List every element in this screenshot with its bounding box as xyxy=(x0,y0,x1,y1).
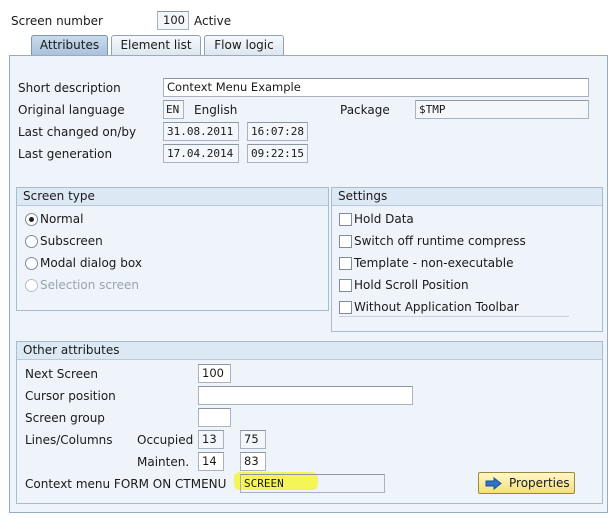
checkbox-without-application-toolbar[interactable] xyxy=(339,301,352,314)
mainten-label: Mainten. xyxy=(137,455,190,469)
last-changed-label: Last changed on/by xyxy=(18,125,137,139)
screen-status: Active xyxy=(194,14,232,28)
radio-subscreen-label: Subscreen xyxy=(40,234,103,248)
settings-divider xyxy=(339,316,569,317)
last-generation-time-field: 09:22:15 xyxy=(247,144,308,163)
tab-attributes[interactable]: Attributes xyxy=(31,35,108,55)
occupied-label: Occupied xyxy=(137,433,194,447)
mainten-lines-input[interactable]: 14 xyxy=(198,452,224,471)
language-code-field: EN xyxy=(163,100,184,119)
checkbox-hold-data[interactable] xyxy=(339,213,352,226)
last-changed-time-field: 16:07:28 xyxy=(247,122,308,141)
settings-title: Settings xyxy=(332,188,602,206)
context-menu-label: Context menu FORM ON CTMENU xyxy=(25,477,227,491)
short-description-label: Short description xyxy=(18,81,121,95)
cursor-position-input[interactable] xyxy=(198,386,413,405)
tab-element-list[interactable]: Element list xyxy=(111,35,201,55)
arrow-right-icon xyxy=(485,477,502,490)
radio-selection-screen xyxy=(25,279,38,292)
occupied-lines-field: 13 xyxy=(198,430,224,449)
package-field: $TMP xyxy=(415,100,589,119)
next-screen-label: Next Screen xyxy=(25,367,99,381)
last-changed-date-field: 31.08.2011 xyxy=(163,122,239,141)
tab-flow-logic[interactable]: Flow logic xyxy=(204,35,284,55)
radio-modal-dialog-box-label: Modal dialog box xyxy=(40,256,142,270)
screen-number-field: 100 xyxy=(157,11,189,30)
last-generation-label: Last generation xyxy=(18,147,113,161)
mainten-columns-input[interactable]: 83 xyxy=(240,452,266,471)
cursor-position-label: Cursor position xyxy=(25,389,116,403)
properties-button-label: Properties xyxy=(509,476,570,490)
properties-button[interactable]: Properties xyxy=(478,472,575,494)
checkbox-template-non-executable[interactable] xyxy=(339,257,352,270)
next-screen-input[interactable]: 100 xyxy=(198,364,231,383)
radio-modal-dialog-box[interactable] xyxy=(25,257,38,270)
screen-type-title: Screen type xyxy=(17,188,328,206)
checkbox-switch-off-runtime-compress-label: Switch off runtime compress xyxy=(354,234,526,248)
radio-normal[interactable] xyxy=(25,213,38,226)
screen-number-label: Screen number xyxy=(11,14,103,28)
package-label: Package xyxy=(340,103,390,117)
checkbox-hold-scroll-position[interactable] xyxy=(339,279,352,292)
original-language-label: Original language xyxy=(18,103,125,117)
occupied-columns-field: 75 xyxy=(240,430,266,449)
lines-columns-label: Lines/Columns xyxy=(25,433,113,447)
screen-group-input[interactable] xyxy=(198,408,231,427)
last-generation-date-field: 17.04.2014 xyxy=(163,144,239,163)
checkbox-without-application-toolbar-label: Without Application Toolbar xyxy=(354,300,519,314)
other-attributes-title: Other attributes xyxy=(17,342,602,360)
radio-subscreen[interactable] xyxy=(25,235,38,248)
context-menu-input[interactable]: SCREEN xyxy=(240,474,385,493)
short-description-input[interactable]: Context Menu Example xyxy=(163,78,589,97)
checkbox-template-non-executable-label: Template - non-executable xyxy=(354,256,514,270)
radio-normal-label: Normal xyxy=(40,212,84,226)
screen-group-label: Screen group xyxy=(25,411,105,425)
checkbox-switch-off-runtime-compress[interactable] xyxy=(339,235,352,248)
checkbox-hold-data-label: Hold Data xyxy=(354,212,414,226)
radio-selection-screen-label: Selection screen xyxy=(40,278,140,292)
checkbox-hold-scroll-position-label: Hold Scroll Position xyxy=(354,278,469,292)
language-name: English xyxy=(194,103,238,117)
